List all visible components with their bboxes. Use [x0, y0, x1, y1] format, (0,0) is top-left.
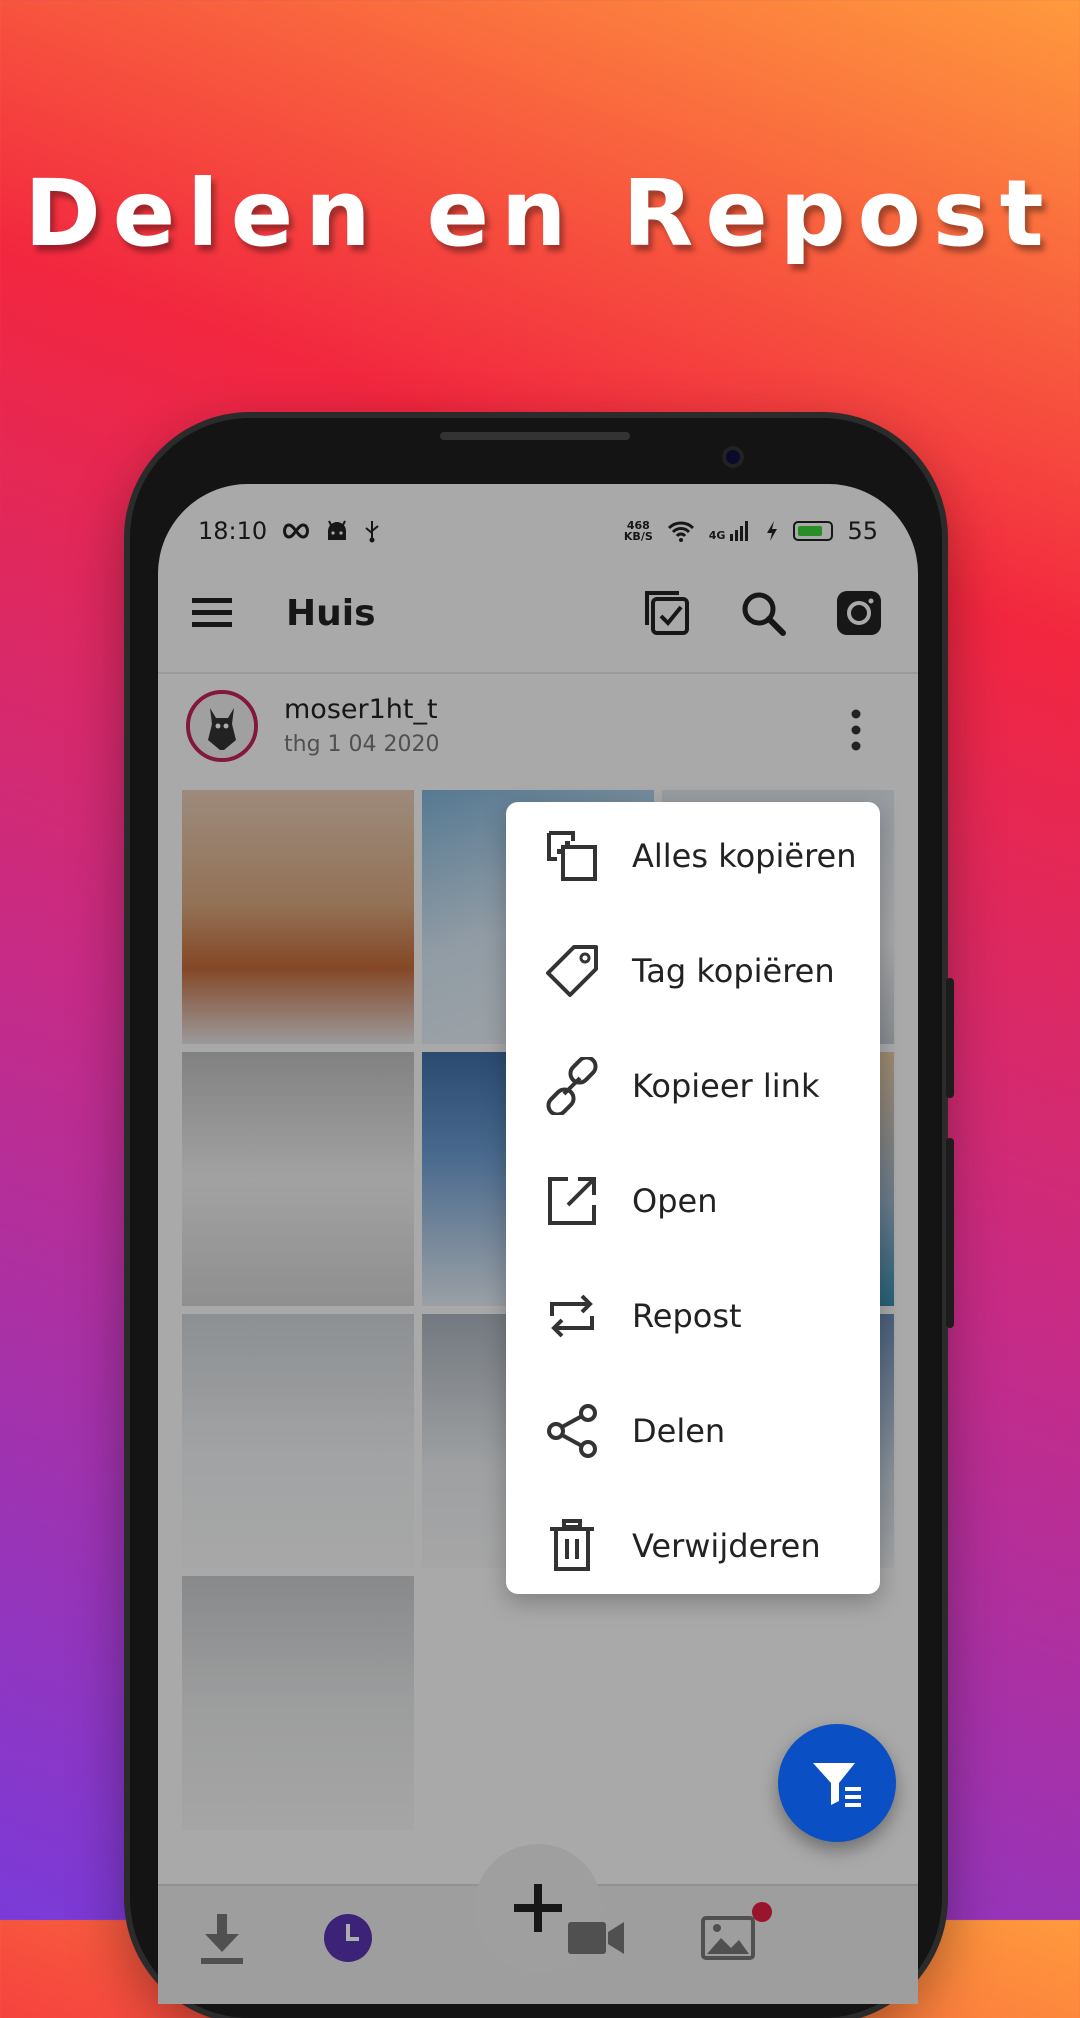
tag-icon: [546, 944, 598, 997]
open-external-icon: [548, 1176, 596, 1225]
menu-item-label: Alles kopiëren: [632, 836, 857, 875]
context-menu: Alles kopiëren Tag kopiëren Kopieer link…: [506, 802, 880, 1594]
menu-item-label: Delen: [632, 1411, 726, 1450]
menu-item-label: Open: [632, 1181, 718, 1220]
menu-item-repost[interactable]: Repost: [506, 1258, 880, 1373]
trash-icon: [550, 1518, 594, 1571]
menu-item-label: Verwijderen: [632, 1526, 821, 1565]
copy-all-icon: [547, 830, 597, 881]
menu-item-share[interactable]: Delen: [506, 1373, 880, 1488]
menu-item-copy-tag[interactable]: Tag kopiëren: [506, 913, 880, 1028]
screen: 18:10 468 KB/S 4G 55 Huis moser1ht_t thg…: [158, 484, 918, 2004]
filter-fab[interactable]: [778, 1724, 896, 1842]
menu-item-delete[interactable]: Verwijderen: [506, 1488, 880, 1603]
menu-item-open[interactable]: Open: [506, 1143, 880, 1258]
promo-title: Delen en Repost: [24, 160, 1056, 267]
share-icon: [547, 1403, 597, 1458]
menu-item-label: Repost: [632, 1296, 742, 1335]
menu-item-copy-link[interactable]: Kopieer link: [506, 1028, 880, 1143]
menu-item-label: Tag kopiëren: [632, 951, 835, 990]
earpiece: [440, 432, 630, 440]
front-camera: [722, 446, 744, 468]
menu-item-label: Kopieer link: [632, 1066, 820, 1105]
menu-item-copy-all[interactable]: Alles kopiëren: [506, 798, 880, 913]
phone-frame: 18:10 468 KB/S 4G 55 Huis moser1ht_t thg…: [130, 418, 954, 2018]
repost-icon: [550, 1294, 594, 1337]
filter-icon: [813, 1763, 861, 1807]
link-icon: [546, 1056, 598, 1115]
